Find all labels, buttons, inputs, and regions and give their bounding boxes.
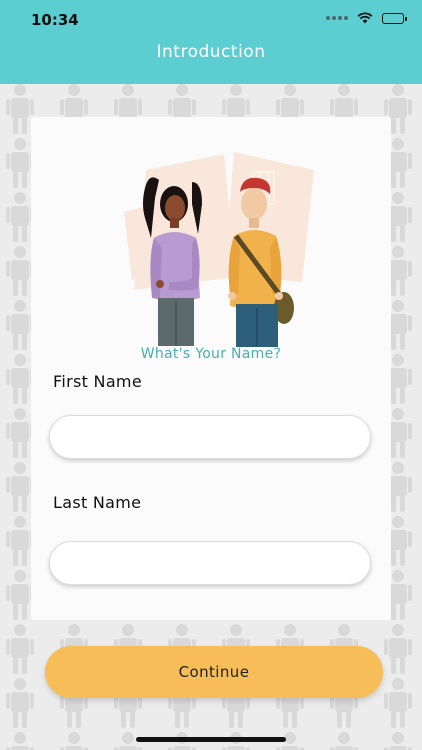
battery-icon <box>382 12 407 24</box>
status-time: 10:34 <box>31 11 79 29</box>
name-question-heading: What's Your Name? <box>140 346 282 362</box>
cellular-dots-icon <box>326 16 348 20</box>
wifi-icon <box>357 12 373 24</box>
last-name-field[interactable] <box>49 541 371 585</box>
last-name-label: Last Name <box>53 493 142 512</box>
page-title: Introduction <box>156 42 266 62</box>
continue-button[interactable]: Continue <box>45 646 383 698</box>
woman-figure <box>143 177 202 346</box>
first-name-field[interactable] <box>49 415 371 459</box>
status-icons <box>326 12 407 24</box>
first-name-label: First Name <box>53 372 142 391</box>
navigation-header: 10:34 Introduction <box>0 0 422 84</box>
two-people-illustration <box>124 152 314 347</box>
home-indicator <box>136 737 286 742</box>
name-form-card: What's Your Name? First Name Last Name <box>31 117 391 620</box>
